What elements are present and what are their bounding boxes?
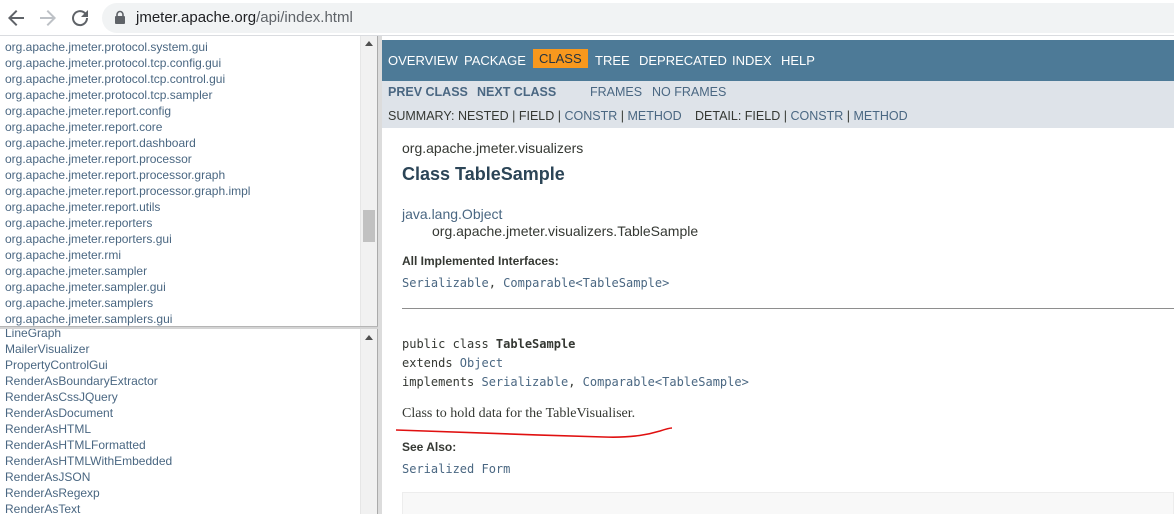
class-list-item[interactable]: PropertyControlGui <box>5 357 108 373</box>
class-list-item[interactable]: RenderAsHTMLWithEmbedded <box>5 453 172 469</box>
class-list-item[interactable]: MailerVisualizer <box>5 341 89 357</box>
class-list-item[interactable]: RenderAsText <box>5 501 80 514</box>
summary-links: SUMMARY: NESTED | FIELD | CONSTR | METHO… <box>388 109 682 123</box>
comparable-link[interactable]: Comparable<TableSample> <box>503 276 669 290</box>
package-list-frame: org.apache.jmeter.protocol.system.gui org… <box>0 36 378 326</box>
nav-tree[interactable]: TREE <box>595 53 630 68</box>
top-nav-bar: OVERVIEW PACKAGE CLASS TREE DEPRECATED I… <box>382 40 1174 81</box>
back-icon[interactable] <box>4 6 28 30</box>
url-path: /api/index.html <box>256 9 353 26</box>
scroll-thumb[interactable] <box>363 210 375 242</box>
class-title: Class TableSample <box>402 164 565 184</box>
section-divider <box>402 308 1174 309</box>
implements-comparable-link[interactable]: Comparable<TableSample> <box>583 375 749 389</box>
package-list-item[interactable]: org.apache.jmeter.protocol.tcp.sampler <box>5 87 212 103</box>
package-list-item[interactable]: org.apache.jmeter.report.dashboard <box>5 135 196 151</box>
package-list-item[interactable]: org.apache.jmeter.protocol.tcp.control.g… <box>5 71 225 87</box>
interfaces-list: Serializable, Comparable<TableSample> <box>402 276 670 290</box>
interfaces-label: All Implemented Interfaces: <box>402 254 559 268</box>
class-declaration: public class TableSample <box>402 337 576 351</box>
summary-method-link[interactable]: METHOD <box>628 109 682 123</box>
url-host: jmeter.apache.org <box>136 9 257 26</box>
class-list-item[interactable]: RenderAsDocument <box>5 405 113 421</box>
package-list-item[interactable]: org.apache.jmeter.reporters.gui <box>5 231 172 247</box>
package-list-item[interactable]: org.apache.jmeter.sampler.gui <box>5 279 166 295</box>
class-list-item[interactable]: LineGraph <box>5 329 61 341</box>
package-list-item[interactable]: org.apache.jmeter.samplers.gui <box>5 311 172 326</box>
see-also-label: See Also: <box>402 440 457 454</box>
member-summary-box <box>402 492 1174 514</box>
red-underline-annotation <box>395 427 673 438</box>
package-list-item[interactable]: org.apache.jmeter.report.utils <box>5 199 160 215</box>
package-name: org.apache.jmeter.visualizers <box>402 140 584 156</box>
implements-line: implements Serializable, Comparable<Tabl… <box>402 375 749 389</box>
package-list-item[interactable]: org.apache.jmeter.report.processor.graph <box>5 167 225 183</box>
scroll-up-arrow-icon[interactable] <box>365 335 373 340</box>
class-declared-name: TableSample <box>495 337 576 351</box>
package-list-item[interactable]: org.apache.jmeter.sampler <box>5 263 147 279</box>
reload-icon[interactable] <box>68 6 92 30</box>
package-list-item[interactable]: org.apache.jmeter.report.processor.graph… <box>5 183 250 199</box>
inheritance-child: org.apache.jmeter.visualizers.TableSampl… <box>432 223 699 239</box>
package-list-item[interactable]: org.apache.jmeter.rmi <box>5 247 121 263</box>
package-list-item[interactable]: org.apache.jmeter.reporters <box>5 215 152 231</box>
class-list-frame: LineGraph MailerVisualizer PropertyControl… <box>0 329 378 514</box>
implements-serializable-link[interactable]: Serializable <box>481 375 568 389</box>
forward-icon[interactable] <box>36 6 60 30</box>
class-list-item[interactable]: RenderAsBoundaryExtractor <box>5 373 158 389</box>
nav-deprecated[interactable]: DEPRECATED <box>639 53 727 68</box>
no-frames-link[interactable]: NO FRAMES <box>652 85 726 99</box>
nav-overview[interactable]: OVERVIEW <box>388 53 458 68</box>
class-scrollbar[interactable] <box>360 329 377 514</box>
extends-line: extends Object <box>402 356 504 370</box>
package-list-item[interactable]: org.apache.jmeter.samplers <box>5 295 153 311</box>
prev-class-link[interactable]: PREV CLASS <box>388 85 468 99</box>
serializable-link[interactable]: Serializable <box>402 276 489 290</box>
class-description: Class to hold data for the TableVisualis… <box>402 406 636 421</box>
inheritance-parent-link[interactable]: java.lang.Object <box>402 206 502 222</box>
package-list-item[interactable]: org.apache.jmeter.report.core <box>5 119 162 135</box>
package-scrollbar[interactable] <box>360 36 377 326</box>
url-text[interactable]: jmeter.apache.org/api/index.html <box>136 9 353 26</box>
class-list-item[interactable]: RenderAsHTMLFormatted <box>5 437 146 453</box>
package-list-item[interactable]: org.apache.jmeter.report.processor <box>5 151 192 167</box>
package-list-item[interactable]: org.apache.jmeter.report.config <box>5 103 171 119</box>
class-list-item[interactable]: RenderAsCssJQuery <box>5 389 118 405</box>
object-link[interactable]: Object <box>460 356 503 370</box>
class-list-item[interactable]: RenderAsHTML <box>5 421 91 437</box>
address-bar[interactable]: jmeter.apache.org/api/index.html <box>102 3 1174 33</box>
nav-help[interactable]: HELP <box>781 53 815 68</box>
nav-class-selected: CLASS <box>533 49 588 68</box>
package-list-item[interactable]: org.apache.jmeter.protocol.system.gui <box>5 39 208 55</box>
lock-icon[interactable] <box>114 10 126 30</box>
nav-package[interactable]: PACKAGE <box>464 53 526 68</box>
class-frame: OVERVIEW PACKAGE CLASS TREE DEPRECATED I… <box>382 36 1174 514</box>
class-list-item[interactable]: RenderAsJSON <box>5 469 90 485</box>
browser-toolbar: jmeter.apache.org/api/index.html <box>0 0 1174 36</box>
detail-links: DETAIL: FIELD | CONSTR | METHOD <box>695 109 908 123</box>
serialized-form-link[interactable]: Serialized Form <box>402 462 510 476</box>
summary-constr-link[interactable]: CONSTR <box>565 109 618 123</box>
scroll-up-arrow-icon[interactable] <box>365 41 373 46</box>
package-list-item[interactable]: org.apache.jmeter.protocol.tcp.config.gu… <box>5 55 221 71</box>
frames-link[interactable]: FRAMES <box>590 85 642 99</box>
detail-constr-link[interactable]: CONSTR <box>790 109 843 123</box>
class-list-item[interactable]: RenderAsRegexp <box>5 485 100 501</box>
next-class-link[interactable]: NEXT CLASS <box>477 85 556 99</box>
detail-method-link[interactable]: METHOD <box>853 109 907 123</box>
nav-index[interactable]: INDEX <box>732 53 772 68</box>
